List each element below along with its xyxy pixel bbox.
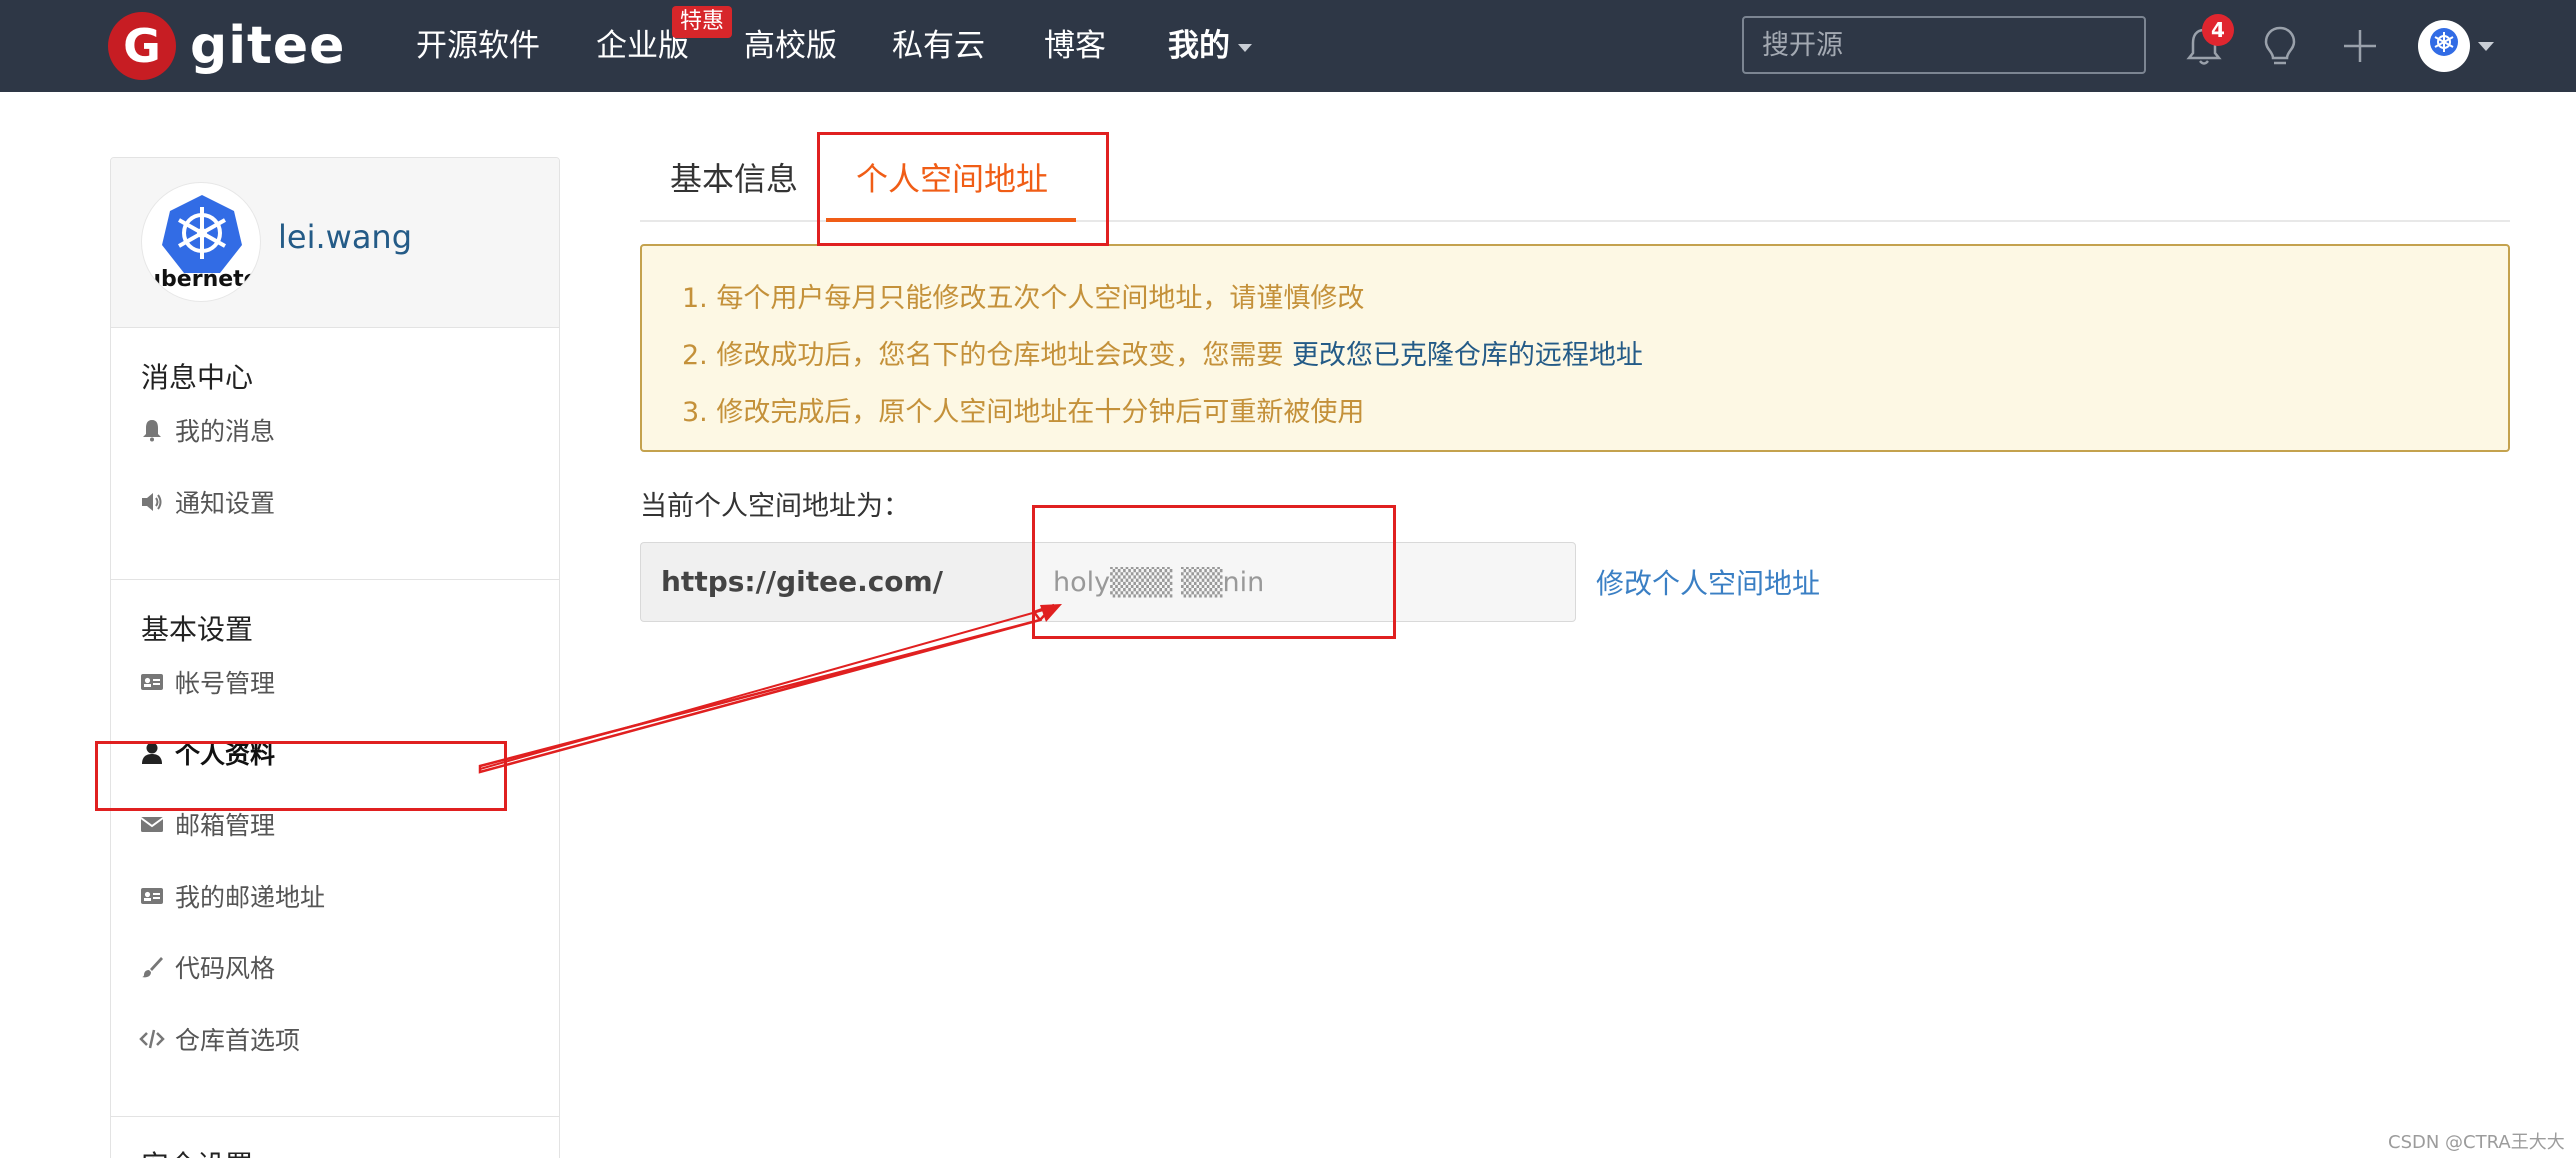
sidebar-item-label: 我的邮递地址 xyxy=(175,883,326,912)
sidebar-item-label: 帐号管理 xyxy=(175,669,276,698)
group-title-security: 安全设置 xyxy=(141,1144,253,1158)
top-navbar: G gitee 开源软件 企业版 特惠 高校版 私有云 博客 我的 4 xyxy=(0,0,2576,92)
chevron-down-icon[interactable] xyxy=(2478,42,2494,51)
lightbulb-icon[interactable] xyxy=(2256,22,2304,70)
logo-letter: G xyxy=(123,19,161,73)
group-title-messages: 消息中心 xyxy=(141,361,254,394)
search-input[interactable] xyxy=(1742,16,2146,74)
annotation-highlight-profile xyxy=(95,741,507,811)
notice-line-1: 1. 每个用户每月只能修改五次个人空间地址，请谨慎修改 xyxy=(682,283,1365,314)
tab-basic-info[interactable]: 基本信息 xyxy=(670,154,798,200)
envelope-icon xyxy=(139,811,165,837)
notice-line-3: 3. 修改完成后，原个人空间地址在十分钟后可重新被使用 xyxy=(682,397,1365,428)
avatar-caption: ubernete xyxy=(145,267,259,292)
profile-username[interactable]: lei.wang xyxy=(278,218,412,256)
sidebar-item-account[interactable]: 帐号管理 xyxy=(139,662,275,702)
divider xyxy=(111,1116,559,1117)
sidebar-item-my-messages[interactable]: 我的消息 xyxy=(139,410,275,450)
promo-badge: 特惠 xyxy=(672,6,733,38)
speaker-icon xyxy=(139,489,165,515)
sidebar-item-label: 代码风格 xyxy=(175,954,276,983)
sidebar-item-label: 通知设置 xyxy=(175,489,276,518)
notification-count-badge: 4 xyxy=(2202,14,2234,46)
logo-text: gitee xyxy=(190,16,346,76)
profile-header: ubernete lei.wang xyxy=(111,158,559,328)
profile-avatar[interactable]: ubernete xyxy=(141,182,261,302)
user-avatar[interactable] xyxy=(2418,20,2470,72)
bell-icon xyxy=(139,417,165,443)
plus-icon[interactable] xyxy=(2336,22,2384,70)
sidebar-item-postal-address[interactable]: 我的邮递地址 xyxy=(139,876,325,916)
watermark: CSDN @CTRA王大大 xyxy=(2388,1132,2565,1153)
divider xyxy=(111,579,559,580)
sidebar-item-repo-preferences[interactable]: 仓库首选项 xyxy=(139,1019,300,1059)
id-card-icon xyxy=(139,669,165,695)
nav-mine-dropdown[interactable]: 我的 xyxy=(1168,22,1252,70)
nav-university[interactable]: 高校版 xyxy=(744,22,837,70)
group-title-basic-settings: 基本设置 xyxy=(141,613,254,646)
code-icon xyxy=(139,1026,165,1052)
notice-line-2: 2. 修改成功后，您名下的仓库地址会改变，您需要 更改您已克隆仓库的远程地址 xyxy=(682,333,1643,372)
kubernetes-logo-icon xyxy=(2430,28,2458,56)
notice-line-2-text: 2. 修改成功后，您名下的仓库地址会改变，您需要 xyxy=(682,340,1284,371)
annotation-highlight-tab xyxy=(817,132,1109,246)
sidebar-item-code-style[interactable]: 代码风格 xyxy=(139,947,275,987)
brush-icon xyxy=(139,954,165,980)
chevron-down-icon xyxy=(1238,43,1252,52)
current-address-label: 当前个人空间地址为： xyxy=(640,491,910,522)
sidebar-item-notification-settings[interactable]: 通知设置 xyxy=(139,482,275,522)
annotation-highlight-address xyxy=(1032,505,1396,639)
logo-badge-icon: G xyxy=(108,12,176,80)
nav-blog[interactable]: 博客 xyxy=(1044,22,1106,70)
warning-notice: 1. 每个用户每月只能修改五次个人空间地址，请谨慎修改 2. 修改成功后，您名下… xyxy=(640,244,2510,452)
id-card-icon xyxy=(139,883,165,909)
nav-open-source[interactable]: 开源软件 xyxy=(416,22,540,70)
nav-private-cloud[interactable]: 私有云 xyxy=(892,22,985,70)
change-remote-address-link[interactable]: 更改您已克隆仓库的远程地址 xyxy=(1292,340,1643,371)
edit-space-address-link[interactable]: 修改个人空间地址 xyxy=(1596,562,1820,602)
url-prefix: https://gitee.com/ xyxy=(640,542,1034,622)
sidebar-item-label: 邮箱管理 xyxy=(175,811,276,840)
gitee-logo[interactable]: G gitee xyxy=(108,12,345,80)
nav-mine-label: 我的 xyxy=(1168,28,1230,64)
settings-sidebar: ubernete lei.wang 消息中心 我的消息 通知设置 基本设置 帐号… xyxy=(110,157,560,1158)
sidebar-item-label: 我的消息 xyxy=(175,417,276,446)
sidebar-item-label: 仓库首选项 xyxy=(175,1026,301,1055)
